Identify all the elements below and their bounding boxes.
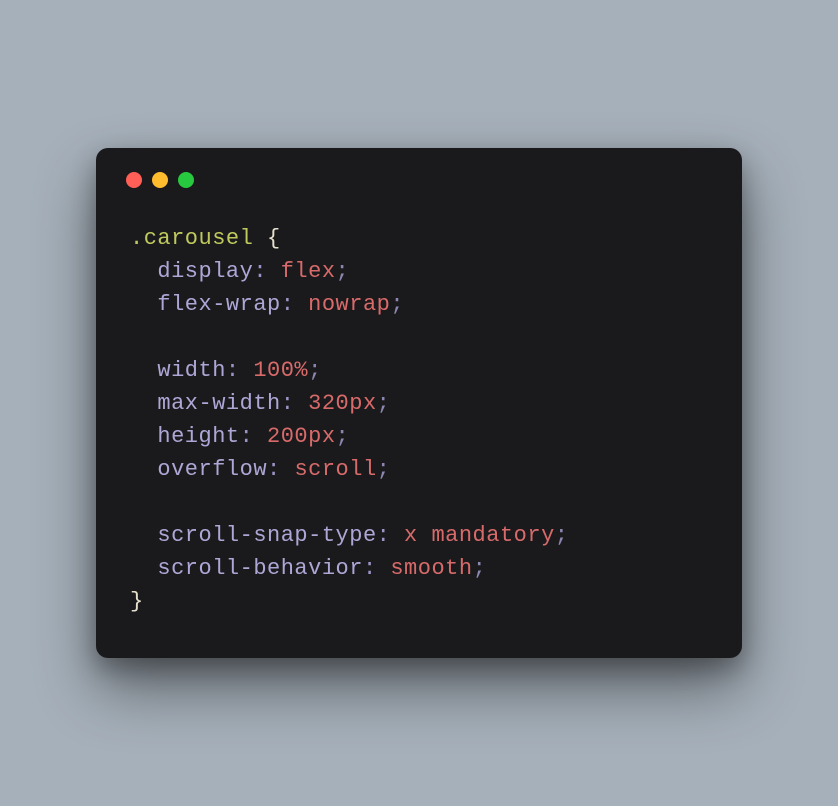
maximize-icon[interactable] (178, 172, 194, 188)
css-value: nowrap (308, 292, 390, 317)
css-value: smooth (390, 556, 472, 581)
css-value: 100% (253, 358, 308, 383)
code-window: .carousel { display: flex; flex-wrap: no… (96, 148, 742, 658)
css-selector: .carousel (130, 226, 253, 251)
code-block: .carousel { display: flex; flex-wrap: no… (130, 222, 708, 618)
css-property: scroll-snap-type (157, 523, 376, 548)
window-controls (126, 172, 708, 188)
brace-open: { (267, 226, 281, 251)
css-value: 200px (267, 424, 336, 449)
css-value: 320px (308, 391, 377, 416)
css-property: scroll-behavior (157, 556, 363, 581)
css-property: height (157, 424, 239, 449)
css-property: display (157, 259, 253, 284)
css-property: width (157, 358, 226, 383)
css-value: x mandatory (404, 523, 555, 548)
minimize-icon[interactable] (152, 172, 168, 188)
css-property: flex-wrap (157, 292, 280, 317)
css-value: scroll (294, 457, 376, 482)
css-property: overflow (157, 457, 267, 482)
brace-close: } (130, 589, 144, 614)
css-value: flex (281, 259, 336, 284)
close-icon[interactable] (126, 172, 142, 188)
css-property: max-width (157, 391, 280, 416)
